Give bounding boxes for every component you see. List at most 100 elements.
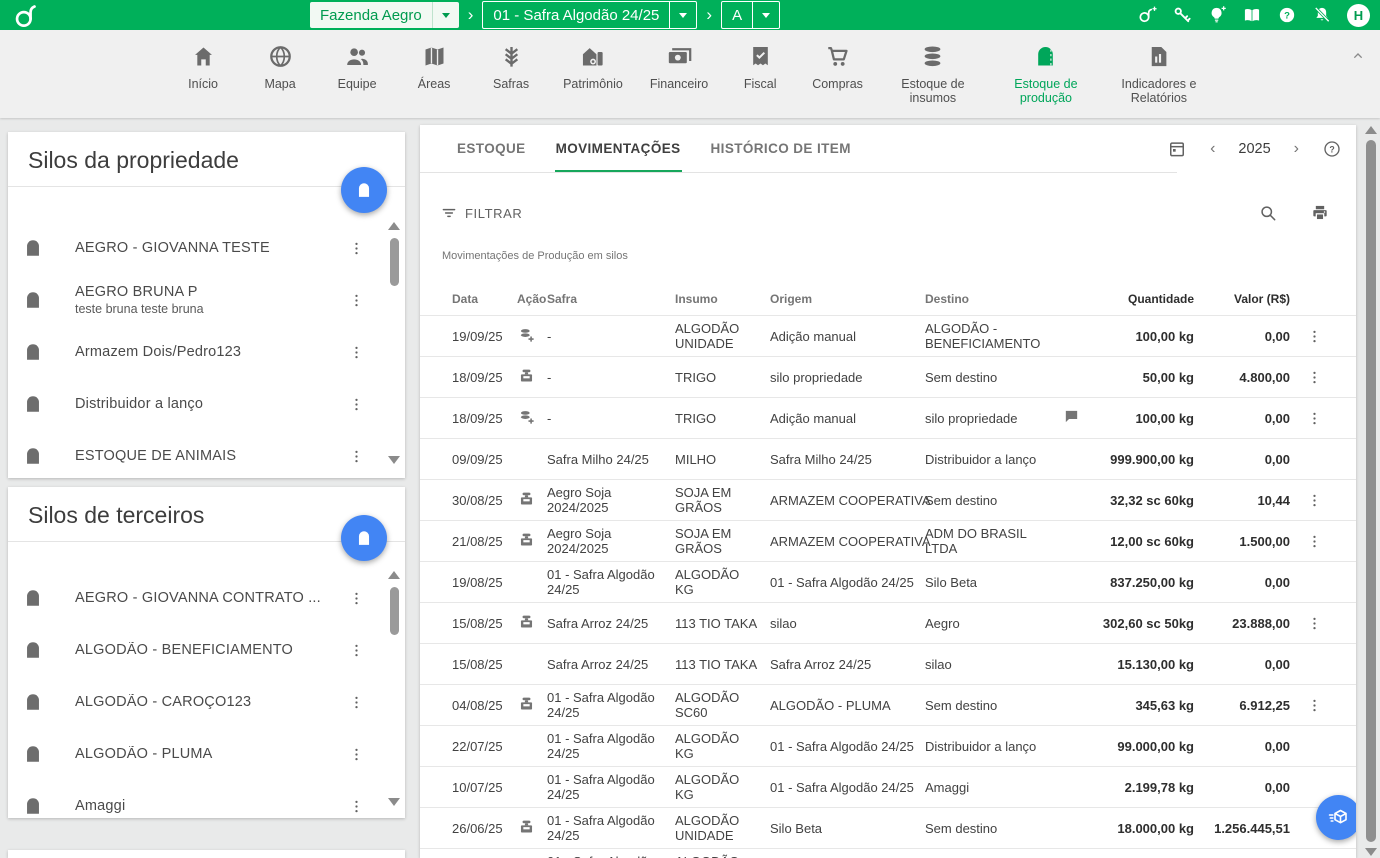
farm-selector[interactable]: Fazenda Aegro [310,2,459,28]
nav-item-financeiro[interactable]: Financeiro [650,43,708,91]
tab-estoque[interactable]: ESTOQUE [442,125,541,172]
kebab-icon[interactable] [348,292,365,309]
nav-item-indicadores-e-relatorios[interactable]: Indicadores e Relatórios [1116,43,1202,105]
bell-off-icon[interactable] [1312,5,1332,25]
silo-list-item[interactable]: ALGODÃO - BENEFICIAMENTO [8,624,405,676]
chevron-down-icon[interactable] [432,2,459,28]
kebab-icon[interactable] [348,798,365,815]
nav-item-patrimonio[interactable]: Patrimônio [563,43,623,91]
silo-list-item[interactable]: ESTOQUE DE ANIMAIS [8,430,405,480]
scroll-up-icon[interactable] [388,571,400,579]
scroll-thumb[interactable] [1366,140,1376,842]
collapse-nav-icon[interactable] [1350,48,1366,64]
kebab-icon[interactable] [1306,369,1323,386]
table-row[interactable]: 04/08/25 01 - Safra Algodão 24/25 ALGODÃ… [420,684,1356,725]
kebab-icon[interactable] [348,694,365,711]
silos-terceiros-panel: Silos de terceiros AEGRO - GIOVANNA CONT… [8,487,405,818]
print-icon[interactable] [1310,203,1330,223]
nav-item-mapa[interactable]: Mapa [255,43,305,91]
cell-destino: Distribuidor a lanço [925,739,1063,754]
help-filled-icon[interactable]: ? [1277,5,1297,25]
kebab-icon[interactable] [348,240,365,257]
kebab-icon[interactable] [348,590,365,607]
scroll-down-icon[interactable] [388,798,400,806]
cell-insumo: TRIGO [675,411,770,426]
scroll-down-icon[interactable] [1365,848,1377,856]
chevron-down-icon[interactable] [752,2,779,28]
panel-scrollbar[interactable] [388,571,400,806]
kebab-icon[interactable] [348,396,365,413]
nav-item-equipe[interactable]: Equipe [332,43,382,91]
nav-item-estoque-de-insumos[interactable]: Estoque de insumos [890,43,976,105]
silo-item-icon [22,289,44,311]
nav-item-inicio[interactable]: Início [178,43,228,91]
nav-item-label: Indicadores e Relatórios [1116,77,1202,105]
table-row[interactable]: 22/07/25 01 - Safra Algodão 24/25 ALGODÃ… [420,725,1356,766]
comment-icon[interactable] [1063,408,1080,425]
lightbulb-plus-icon[interactable] [1207,5,1227,25]
kebab-icon[interactable] [348,448,365,465]
silo-list-item[interactable]: Distribuidor a lanço [8,378,405,430]
add-silo-button[interactable] [341,515,387,561]
aegro-logo-icon[interactable] [12,2,39,29]
kebab-icon[interactable] [1306,410,1323,427]
kebab-icon[interactable] [1306,492,1323,509]
help-icon[interactable]: ? [1322,139,1342,159]
nav-item-areas[interactable]: Áreas [409,43,459,91]
prev-year-button[interactable]: ‹ [1210,141,1215,157]
table-row[interactable]: 26/06/25 01 - Safra Algodão 24/25 ALGODÃ… [420,807,1356,848]
nav-item-estoque-de-producao[interactable]: Estoque de produção [1003,43,1089,105]
nav-item-fiscal[interactable]: Fiscal [735,43,785,91]
table-row[interactable]: 09/09/25 Safra Milho 24/25 MILHO Safra M… [420,438,1356,479]
silo-list-item[interactable]: AEGRO - GIOVANNA TESTE [8,222,405,274]
nav-item-compras[interactable]: Compras [812,43,863,91]
kebab-icon[interactable] [1306,533,1323,550]
table-row[interactable]: 18/09/25 - TRIGO silo propriedade Sem de… [420,356,1356,397]
table-row[interactable]: 19/08/25 01 - Safra Algodão 24/25 ALGODÃ… [420,561,1356,602]
add-silo-button[interactable] [341,167,387,213]
chevron-down-icon[interactable] [669,2,696,28]
silo-list-item[interactable]: ALGODÃO - PLUMA [8,728,405,780]
scroll-down-icon[interactable] [388,456,400,464]
silo-list-item[interactable]: ALGODÃO - CAROÇO123 [8,676,405,728]
silo-list-item[interactable]: AEGRO - GIOVANNA CONTRATO ... [8,572,405,624]
table-row[interactable]: 15/08/25 Safra Arroz 24/25 113 TIO TAKA … [420,602,1356,643]
search-icon[interactable] [1258,203,1278,223]
table-row[interactable]: 24/04/25 01 - Safra Algodão 24/25 ALGODÃ… [420,848,1356,858]
tab-historico-de-item[interactable]: HISTÓRICO DE ITEM [696,125,866,172]
book-icon[interactable] [1242,5,1262,25]
kebab-icon[interactable] [348,344,365,361]
table-row[interactable]: 18/09/25 - TRIGO Adição manual silo prop… [420,397,1356,438]
new-movement-button[interactable] [1316,795,1356,840]
cell-destino: Sem destino [925,698,1063,713]
table-row[interactable]: 21/08/25 Aegro Soja 2024/2025 SOJA EM GR… [420,520,1356,561]
harvest-selector[interactable]: 01 - Safra Algodão 24/25 [482,1,697,29]
plot-selector[interactable]: A [721,1,780,29]
scroll-up-icon[interactable] [388,222,400,230]
table-row[interactable]: 30/08/25 Aegro Soja 2024/2025 SOJA EM GR… [420,479,1356,520]
table-row[interactable]: 19/09/25 - ALGODÃO UNIDADE Adição manual… [420,315,1356,356]
silo-list-item[interactable]: Armazem Dois/Pedro123 [8,326,405,378]
aegro-referral-icon[interactable] [1137,5,1157,25]
kebab-icon[interactable] [348,642,365,659]
scroll-thumb[interactable] [390,587,399,635]
panel-scrollbar[interactable] [388,222,400,464]
kebab-icon[interactable] [1306,615,1323,632]
nav-item-safras[interactable]: Safras [486,43,536,91]
scroll-thumb[interactable] [390,238,399,286]
kebab-icon[interactable] [348,746,365,763]
cell-insumo: ALGODÃO KG [675,772,770,802]
table-row[interactable]: 15/08/25 Safra Arroz 24/25 113 TIO TAKA … [420,643,1356,684]
table-row[interactable]: 10/07/25 01 - Safra Algodão 24/25 ALGODÃ… [420,766,1356,807]
silo-list-item[interactable]: Amaggi [8,780,405,822]
filter-button[interactable]: FILTRAR [440,204,522,222]
next-year-button[interactable]: › [1294,141,1299,157]
calendar-icon[interactable] [1167,139,1187,159]
user-avatar[interactable]: H [1347,4,1370,27]
kebab-icon[interactable] [1306,328,1323,345]
tab-movimentacoes[interactable]: MOVIMENTAÇÕES [541,125,696,172]
kebab-icon[interactable] [1306,697,1323,714]
page-scrollbar[interactable] [1364,126,1378,856]
key-icon[interactable] [1172,5,1192,25]
silo-list-item[interactable]: AEGRO BRUNA P teste bruna teste bruna [8,274,405,326]
